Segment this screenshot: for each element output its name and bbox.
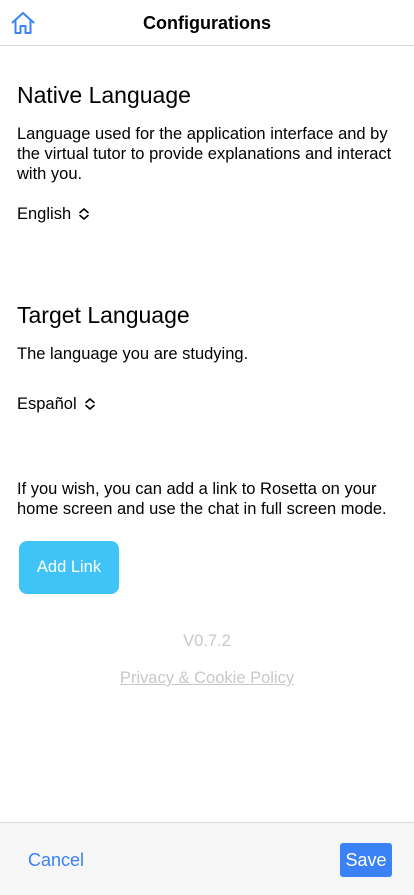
native-language-select[interactable]: English bbox=[17, 204, 90, 224]
native-language-title: Native Language bbox=[17, 82, 191, 108]
target-language-description: The language you are studying. bbox=[17, 345, 249, 363]
native-language-description: Language used for the application interf… bbox=[17, 125, 392, 183]
sort-chevron-icon bbox=[84, 397, 96, 411]
page-title: Configurations bbox=[143, 13, 271, 33]
target-language-value: Español bbox=[17, 395, 77, 413]
target-language-section: Target Language The language you are stu… bbox=[17, 301, 402, 414]
save-button[interactable]: Save bbox=[340, 843, 392, 877]
settings-screen: Configurations Native Language Language … bbox=[0, 0, 414, 895]
sort-chevron-icon bbox=[78, 207, 90, 221]
target-language-title: Target Language bbox=[17, 302, 190, 328]
app-version: V0.7.2 bbox=[183, 632, 231, 650]
add-link-button[interactable]: Add Link bbox=[19, 541, 119, 594]
cancel-button[interactable]: Cancel bbox=[28, 850, 84, 871]
footer-bar: Cancel Save bbox=[0, 822, 414, 895]
native-language-section: Native Language Language used for the ap… bbox=[17, 81, 402, 224]
privacy-policy-link[interactable]: Privacy & Cookie Policy bbox=[0, 669, 414, 688]
header-bar: Configurations bbox=[0, 0, 414, 46]
shortcut-description: If you wish, you can add a link to Roset… bbox=[17, 480, 387, 518]
target-language-select[interactable]: Español bbox=[17, 394, 96, 414]
native-language-value: English bbox=[17, 205, 72, 223]
